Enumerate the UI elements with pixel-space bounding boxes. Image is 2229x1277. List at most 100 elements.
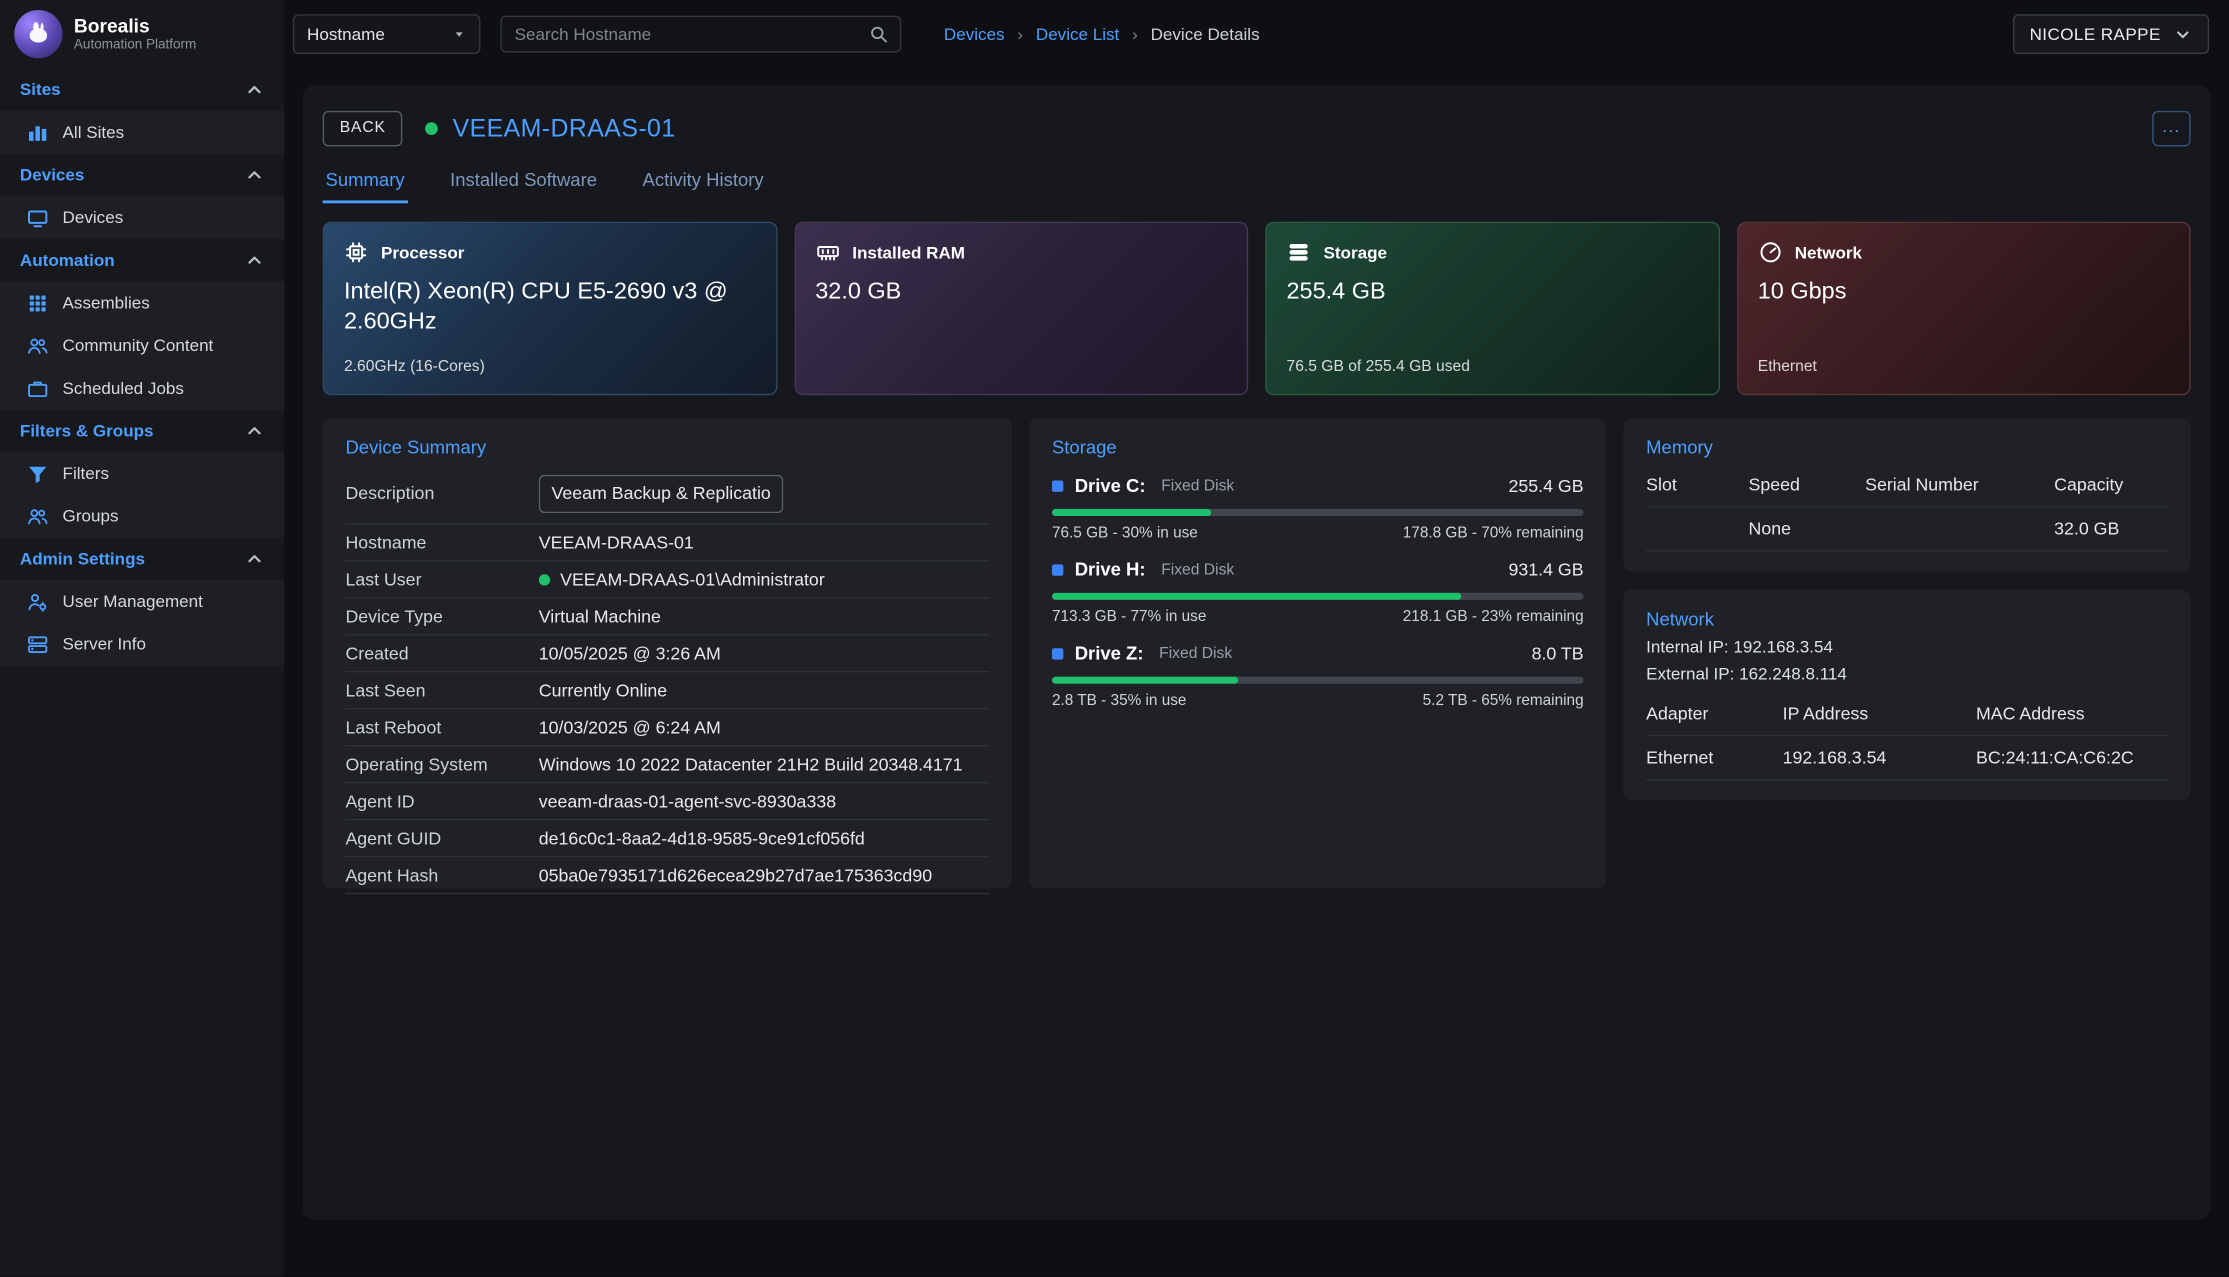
topbar: Hostname Devices › Device List › Device … [284,0,2229,68]
breadcrumb: Devices › Device List › Device Details [944,24,1260,44]
drive-remaining: 218.1 GB - 23% remaining [1403,608,1584,625]
sidebar-item-scheduled-jobs[interactable]: Scheduled Jobs [0,367,284,410]
card-title: Storage [1323,242,1387,262]
card-value: Intel(R) Xeon(R) CPU E5-2690 v3 @ 2.60GH… [344,277,735,338]
drive-in-use: 713.3 GB - 77% in use [1052,608,1206,625]
sidebar-item-label: Assemblies [63,293,150,313]
section-label: Sites [20,80,61,100]
more-options-button[interactable]: ... [2152,110,2190,146]
column-header: MAC Address [1976,692,2168,736]
tab-bar: Summary Installed Software Activity Hist… [323,162,2191,203]
sidebar-item-label: Devices [63,208,124,228]
drive-in-use: 2.8 TB - 35% in use [1052,692,1187,709]
sidebar-item-community-content[interactable]: Community Content [0,324,284,367]
sidebar-item-user-management[interactable]: User Management [0,580,284,623]
table-cell: 32.0 GB [2054,507,2168,551]
network-panel: Network Internal IP: 192.168.3.54 Extern… [1623,590,2190,800]
card-subtext: Ethernet [1758,358,2170,376]
summary-row: Device Type Virtual Machine [345,598,989,635]
sidebar-item-label: Scheduled Jobs [63,378,184,398]
page-title: VEEAM-DRAAS-01 [453,113,676,143]
section-label: Devices [20,165,85,185]
brand: Borealis Automation Platform [0,0,284,68]
table-cell: None [1749,507,1866,551]
summary-row: Last Reboot 10/03/2025 @ 6:24 AM [345,709,989,746]
sidebar-item-label: Groups [63,506,119,526]
column-header: Speed [1749,463,1866,507]
panel-title: Memory [1646,436,2168,457]
brand-subtitle: Automation Platform [74,37,196,53]
sidebar-item-assemblies[interactable]: Assemblies [0,281,284,324]
monitor-icon [26,207,49,228]
network-card: Network 10 Gbps Ethernet [1736,222,2190,395]
breadcrumb-separator: › [1017,24,1023,44]
storage-panel: Storage Drive C: Fixed Disk 255.4 GB 76.… [1029,418,1606,889]
sidebar-section-devices[interactable]: Devices [0,154,284,197]
sidebar-item-filters[interactable]: Filters [0,452,284,495]
sidebar-section-admin-settings[interactable]: Admin Settings [0,537,284,580]
table-cell [1865,507,2054,551]
sidebar-section-filters-groups[interactable]: Filters & Groups [0,409,284,452]
device-details-page: BACK VEEAM-DRAAS-01 ... Summary Installe… [303,85,2211,1219]
sidebar-item-label: Community Content [63,335,214,355]
drive-row: Drive Z: Fixed Disk 8.0 TB 2.8 TB - 35% … [1052,643,1584,710]
caret-down-icon [452,27,466,41]
storage-card: Storage 255.4 GB 76.5 GB of 255.4 GB use… [1265,222,1719,395]
column-header: Serial Number [1865,463,2054,507]
grid-icon [26,292,49,313]
network-table: Adapter IP Address MAC Address Ethernet … [1646,692,2168,780]
ram-icon [815,240,839,264]
right-panel-stack: Memory Slot Speed Serial Number Capacity… [1623,418,2190,800]
drive-marker-icon [1052,564,1063,575]
page-header: BACK VEEAM-DRAAS-01 ... [323,105,2191,150]
disks-icon [1287,240,1311,264]
search-box [500,16,901,53]
chevron-up-icon [245,165,265,185]
tab-activity-history[interactable]: Activity History [640,162,767,203]
chevron-up-icon [245,80,265,100]
user-menu-button[interactable]: NICOLE RAPPE [2013,14,2210,54]
summary-row: Agent GUID de16c0c1-8aa2-4d18-9585-9ce91… [345,820,989,857]
card-value: 255.4 GB [1287,277,1678,307]
sidebar-item-label: All Sites [63,122,125,142]
table-cell: Ethernet [1646,736,1782,780]
tab-summary[interactable]: Summary [323,162,408,203]
gauge-icon [1758,240,1782,264]
card-subtext [815,358,1227,376]
card-title: Network [1795,242,1862,262]
breadcrumb-device-list[interactable]: Device List [1036,24,1119,44]
column-header: Capacity [2054,463,2168,507]
drive-marker-icon [1052,648,1063,659]
search-input[interactable] [502,24,869,44]
external-ip: External IP: 162.248.8.114 [1646,664,2168,684]
drive-marker-icon [1052,480,1063,491]
sidebar-item-groups[interactable]: Groups [0,495,284,538]
drive-usage-bar [1052,677,1584,684]
sidebar-item-all-sites[interactable]: All Sites [0,111,284,154]
drive-usage-bar [1052,509,1584,516]
table-cell [1646,507,1748,551]
breadcrumb-devices[interactable]: Devices [944,24,1005,44]
back-button[interactable]: BACK [323,110,403,146]
tab-installed-software[interactable]: Installed Software [447,162,600,203]
search-icon[interactable] [869,24,889,44]
users-icon [26,335,49,356]
user-gear-icon [26,591,49,612]
cpu-icon [344,240,368,264]
dropdown-selected-value: Hostname [307,24,385,44]
chevron-up-icon [245,549,265,569]
sidebar-section-automation[interactable]: Automation [0,239,284,282]
sidebar-item-server-info[interactable]: Server Info [0,623,284,666]
column-header: Slot [1646,463,1748,507]
hostname-filter-dropdown[interactable]: Hostname [293,14,481,54]
sidebar-section-sites[interactable]: Sites [0,68,284,111]
users-icon [26,505,49,526]
drive-remaining: 178.8 GB - 70% remaining [1403,525,1584,542]
user-name: NICOLE RAPPE [2030,24,2161,44]
summary-row: Created 10/05/2025 @ 3:26 AM [345,635,989,672]
description-input[interactable] [539,474,784,512]
sidebar-item-devices[interactable]: Devices [0,196,284,239]
chevron-up-icon [245,421,265,441]
drive-row: Drive H: Fixed Disk 931.4 GB 713.3 GB - … [1052,559,1584,626]
installed-ram-card: Installed RAM 32.0 GB [794,222,1248,395]
